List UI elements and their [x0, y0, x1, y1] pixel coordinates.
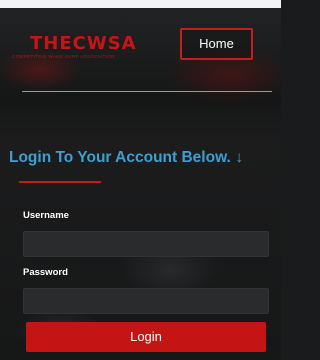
logo-subtext: COMPETITIVE WAKE SURF ASSOCIATION — [12, 54, 115, 59]
arrow-down-icon: ↓ — [235, 149, 243, 166]
login-button[interactable]: Login — [26, 322, 266, 352]
login-heading-text: Login To Your Account Below. — [9, 149, 231, 166]
password-label: Password — [23, 267, 68, 278]
login-heading: Login To Your Account Below. ↓ — [9, 148, 243, 168]
home-button[interactable]: Home — [180, 28, 253, 60]
top-edge — [0, 0, 281, 8]
username-label: Username — [23, 210, 69, 221]
site-logo[interactable]: THECWSA COMPETITIVE WAKE SURF ASSOCIATIO… — [12, 34, 142, 66]
logo-text: THECWSA — [30, 33, 137, 54]
heading-underline — [19, 181, 101, 183]
password-input[interactable] — [23, 288, 269, 314]
username-input[interactable] — [23, 231, 269, 257]
header-divider — [22, 91, 272, 92]
